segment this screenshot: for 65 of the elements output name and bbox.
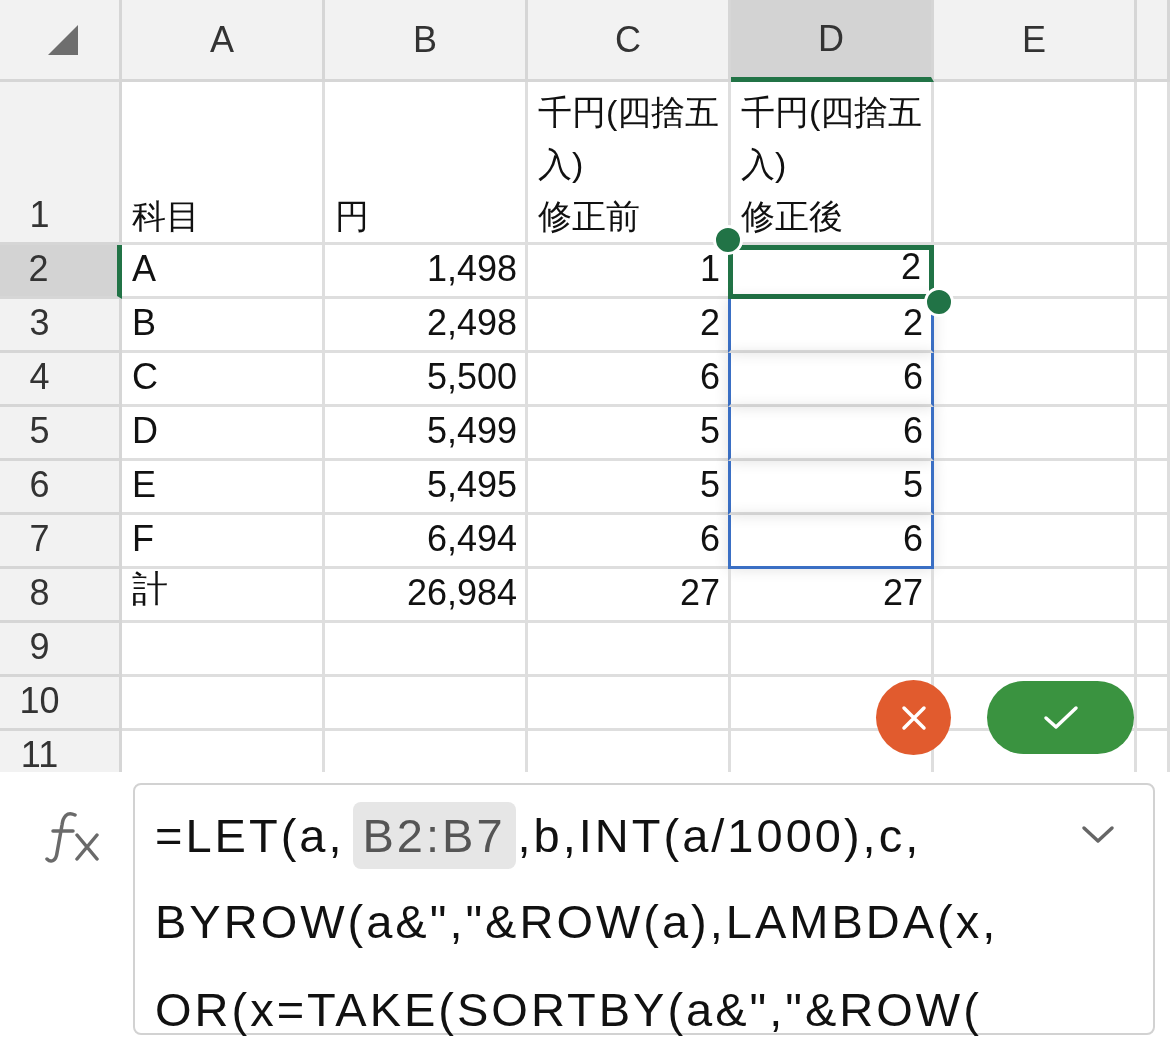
- table-cell: 5,499: [325, 407, 528, 461]
- select-all-icon[interactable]: [47, 25, 78, 55]
- table-cell: [1137, 461, 1170, 515]
- table-cell: D: [122, 407, 325, 461]
- table-cell: 円: [325, 82, 528, 245]
- table-cell: [1137, 245, 1170, 299]
- table-cell: 2: [728, 245, 934, 299]
- row-header[interactable]: 7: [0, 515, 122, 569]
- table-cell: 6: [528, 353, 731, 407]
- table-cell: [1137, 623, 1170, 677]
- table-cell: [1137, 569, 1170, 623]
- table-cell: 科目: [122, 82, 325, 245]
- table-cell: 5,500: [325, 353, 528, 407]
- row-header[interactable]: 9: [0, 623, 122, 677]
- table-cell: 6: [728, 353, 934, 407]
- table-cell: 27: [731, 569, 934, 623]
- row-header[interactable]: 4: [0, 353, 122, 407]
- row-header[interactable]: 5: [0, 407, 122, 461]
- range-reference: B2:B7: [352, 801, 516, 869]
- formula-field[interactable]: =LET(a, B2:B7 ,b,INT(a/1000),c, BYROW(a&","&ROW(a),LAMBDA(x, OR(x=TAKE(SORTBY(a&","&ROW(: [133, 783, 1155, 1035]
- row-header[interactable]: 3: [0, 299, 122, 353]
- row-header[interactable]: 6: [0, 461, 122, 515]
- table-cell: 27: [528, 569, 731, 623]
- formula-text: ,b,INT(a/1000),c,: [517, 807, 922, 863]
- formula-text: BYROW(a&","&ROW(a),LAMBDA(x,: [155, 893, 999, 949]
- table-cell: C: [122, 353, 325, 407]
- table-cell: F: [122, 515, 325, 569]
- table-cell: 2: [728, 299, 934, 353]
- table-cell: 6,494: [325, 515, 528, 569]
- table-cell: 1,498: [325, 245, 528, 299]
- row-header[interactable]: 11: [0, 731, 122, 772]
- close-icon: [899, 703, 928, 732]
- formula-text: OR(x=TAKE(SORTBY(a&","&ROW(: [155, 981, 982, 1037]
- column-header[interactable]: A: [122, 0, 325, 82]
- table-cell: 5: [728, 461, 934, 515]
- table-cell: 6: [528, 515, 731, 569]
- check-icon: [1042, 704, 1079, 731]
- table-cell: 5,495: [325, 461, 528, 515]
- table-cell: 5: [528, 407, 731, 461]
- row-header[interactable]: 2: [0, 245, 122, 299]
- table-cell: B: [122, 299, 325, 353]
- column-header[interactable]: B: [325, 0, 528, 82]
- column-header[interactable]: C: [528, 0, 731, 82]
- table-cell: 2,498: [325, 299, 528, 353]
- table-cell: 6: [728, 407, 934, 461]
- confirm-button[interactable]: [987, 681, 1134, 754]
- column-header[interactable]: E: [934, 0, 1137, 82]
- table-cell: 計: [122, 569, 325, 623]
- table-cell: 2: [528, 299, 731, 353]
- table-cell: 5: [528, 461, 731, 515]
- formula-text: =LET(a,: [155, 807, 345, 863]
- table-cell: 26,984: [325, 569, 528, 623]
- row-header[interactable]: 10: [0, 677, 122, 731]
- table-cell: 6: [728, 515, 934, 569]
- table-cell: [1137, 353, 1170, 407]
- table-cell: E: [122, 461, 325, 515]
- table-cell: A: [122, 245, 325, 299]
- column-header[interactable]: D: [731, 0, 934, 82]
- row-header[interactable]: 8: [0, 569, 122, 623]
- row-header[interactable]: 1: [0, 82, 122, 245]
- table-cell: [1137, 407, 1170, 461]
- table-cell: [1137, 677, 1170, 731]
- table-cell: [1137, 299, 1170, 353]
- chevron-down-icon[interactable]: [1081, 825, 1115, 845]
- table-cell: [1137, 515, 1170, 569]
